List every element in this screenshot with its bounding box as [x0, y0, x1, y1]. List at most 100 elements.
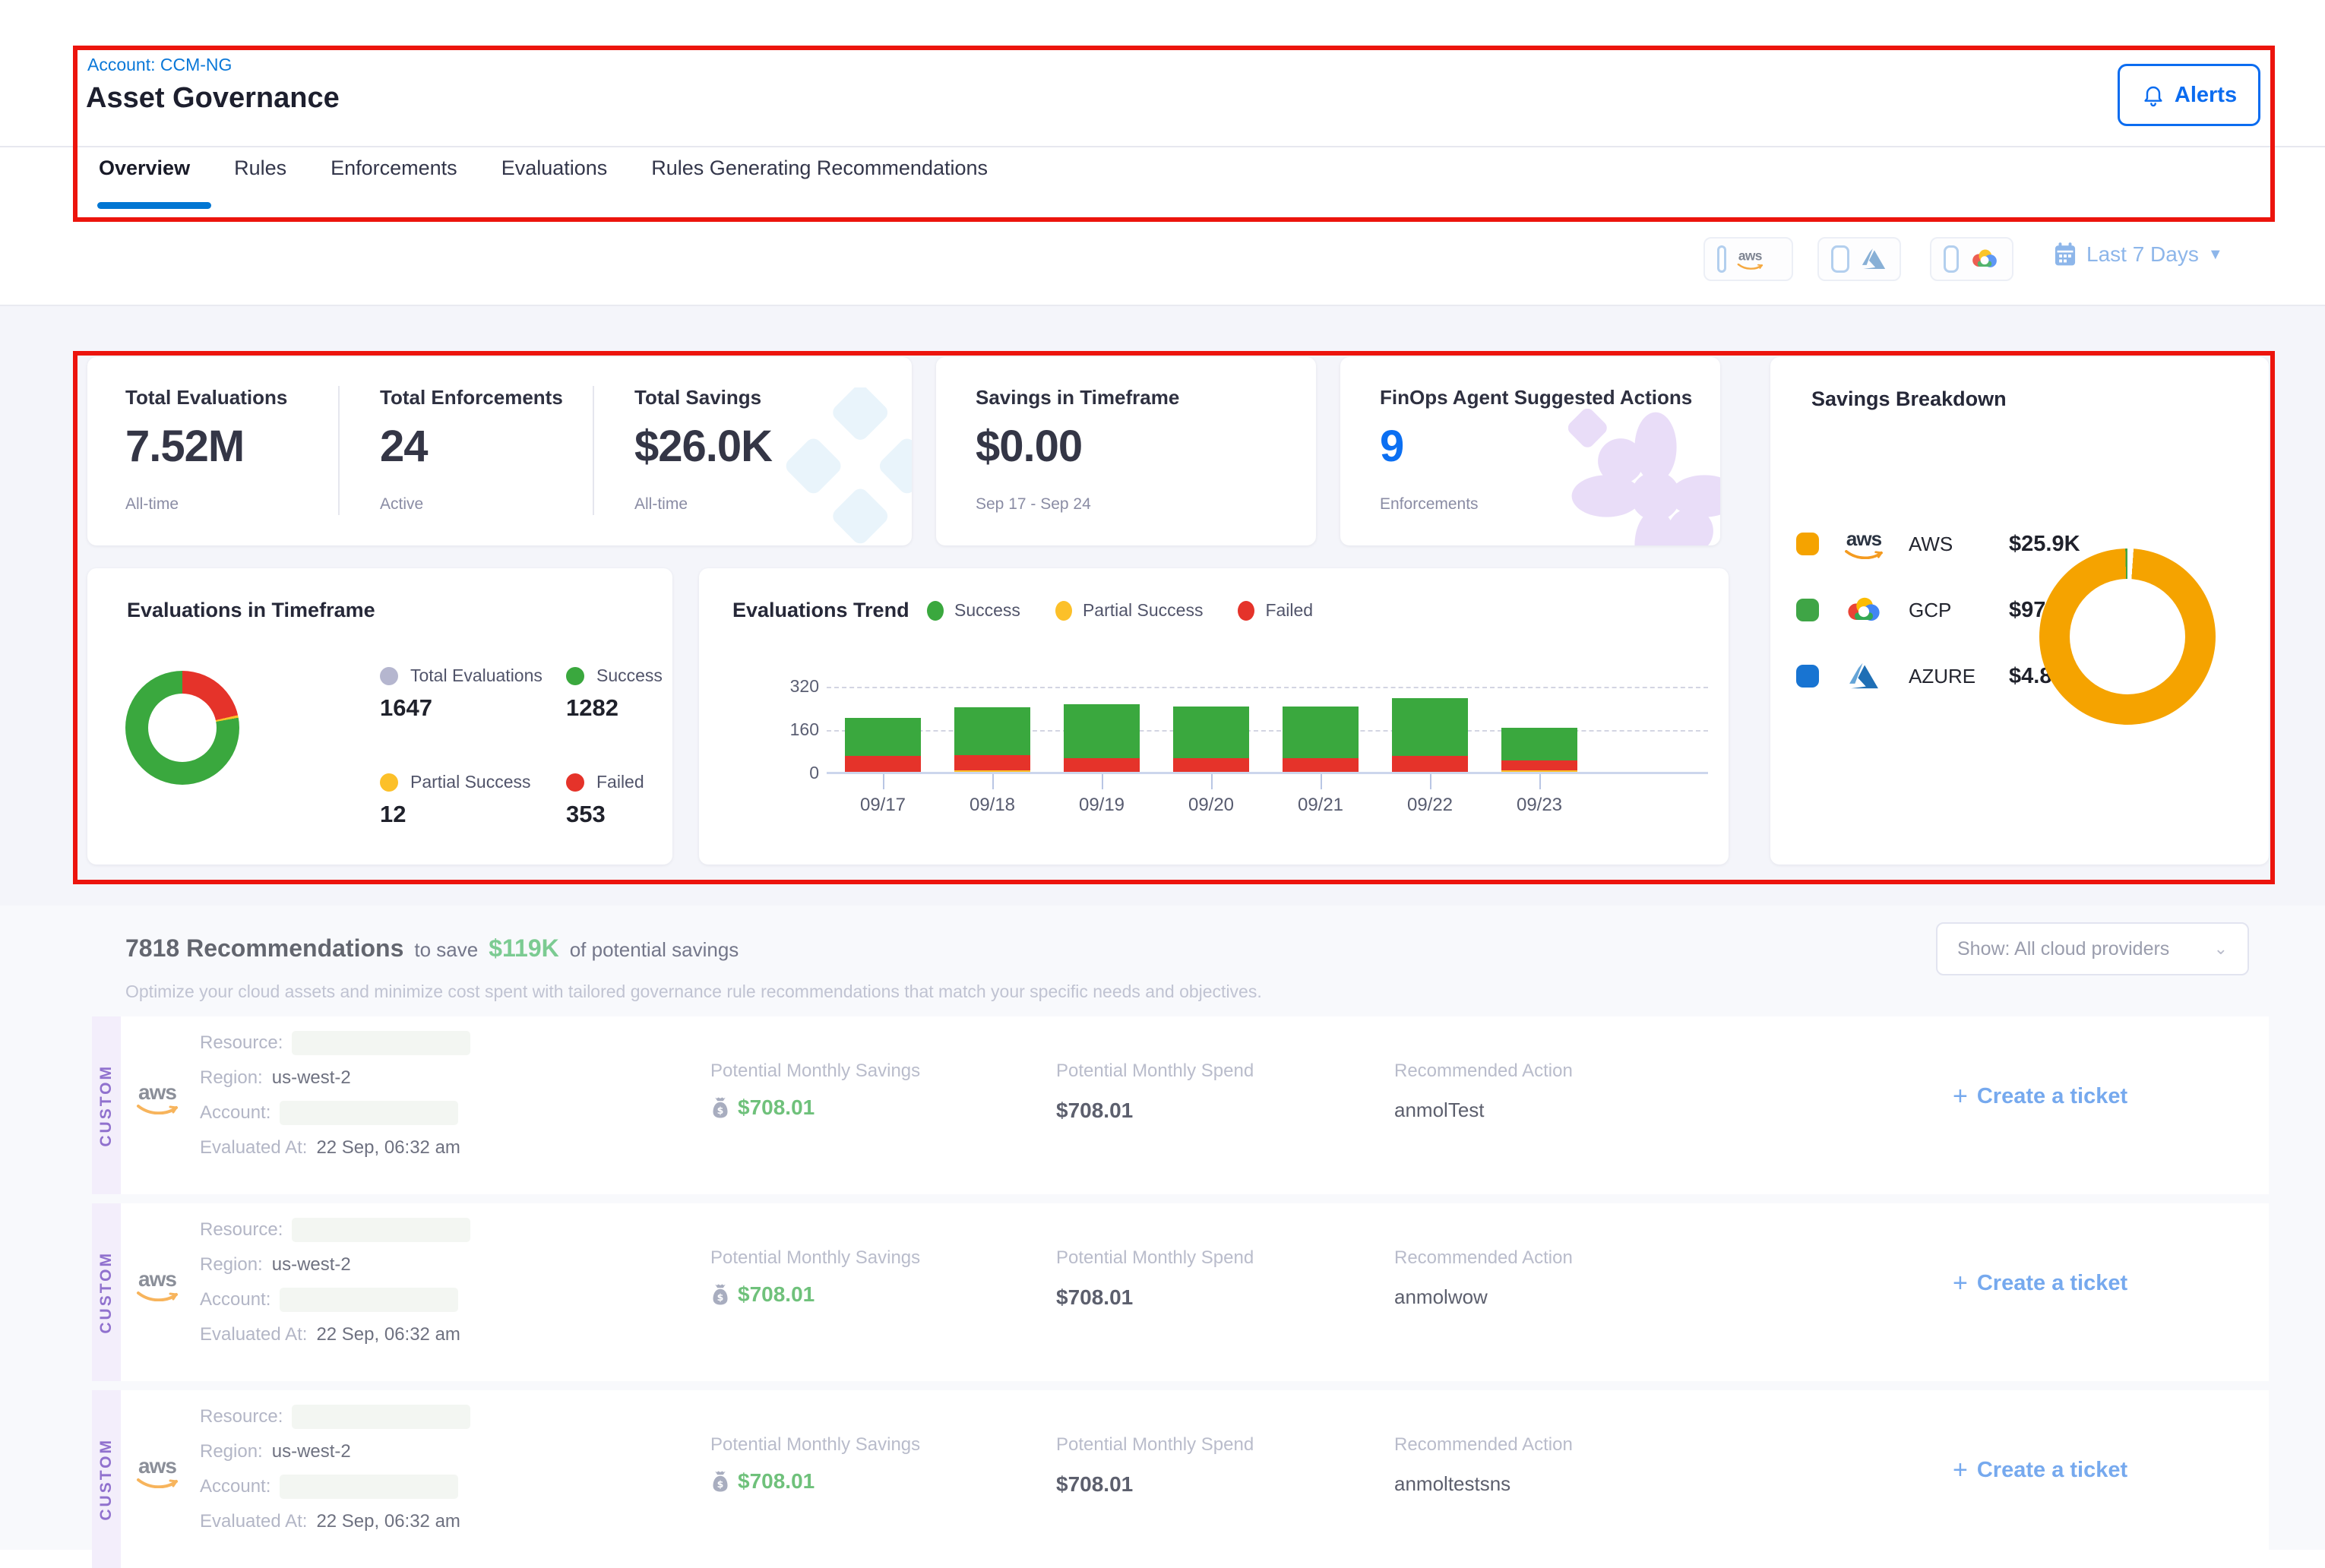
gcp-checkbox[interactable] [1944, 245, 1959, 273]
page-title: Asset Governance [86, 82, 340, 115]
stat-label: Total Savings [634, 386, 761, 409]
legend-label: Partial Success [1083, 600, 1204, 621]
tab-evaluations[interactable]: Evaluations [501, 156, 608, 186]
recommendation-row: CUSTOM aws Resource: Region: us-west-2 A… [92, 1390, 2269, 1568]
legend-value: 1647 [380, 694, 432, 722]
action-value: anmolwow [1394, 1285, 1488, 1309]
card-title: Evaluations in Timeframe [127, 599, 375, 622]
savings-value: $ $708.01 [710, 1095, 815, 1120]
action-label: Recommended Action [1394, 1434, 1573, 1456]
resource-label: Resource: [200, 1032, 283, 1054]
gcp-swatch [1796, 599, 1819, 621]
x-axis-tick [883, 774, 884, 789]
stat-sub: Active [380, 495, 423, 514]
legend-label: Partial Success [410, 772, 531, 792]
stat-label: Total Enforcements [380, 386, 563, 409]
create-ticket-button[interactable]: + Create a ticket [1953, 1082, 2127, 1111]
trend-bar-09/18 [954, 707, 1030, 773]
chevron-down-icon: ⌄ [2214, 939, 2228, 959]
resource-line: Resource: [200, 1030, 470, 1056]
legend-label: Success [596, 665, 663, 686]
recommendations-count: 7818 Recommendations [125, 934, 403, 963]
stat-value: 24 [380, 421, 428, 472]
gcp-filter-chip[interactable] [1930, 237, 2013, 281]
finops-agent-card: FinOps Agent Suggested Actions 9 Enforce… [1340, 357, 1720, 545]
tab-rules-generating-recommendations[interactable]: Rules Generating Recommendations [651, 156, 988, 186]
savings-value: $ $708.01 [710, 1469, 815, 1494]
savings-in-timeframe-card: Savings in Timeframe $0.00 Sep 17 - Sep … [936, 357, 1316, 545]
trend-bar-09/20 [1173, 707, 1249, 772]
aws-icon: aws [136, 1456, 179, 1488]
x-axis-tick-label: 09/20 [1166, 795, 1257, 816]
svg-text:$: $ [717, 1478, 724, 1490]
failed-dot [1238, 601, 1254, 621]
date-range-picker[interactable]: Last 7 Days ▼ [2053, 242, 2223, 267]
create-ticket-button[interactable]: + Create a ticket [1953, 1456, 2127, 1485]
account-label: Account: [200, 1476, 270, 1497]
x-axis-tick-label: 09/17 [837, 795, 928, 816]
x-axis-tick-label: 09/21 [1275, 795, 1366, 816]
legend-partial-success[interactable]: Partial Success [1055, 600, 1204, 621]
account-line: Account: [200, 1100, 458, 1126]
region-line: Region: us-west-2 [200, 1439, 351, 1465]
x-axis-tick-label: 09/18 [947, 795, 1038, 816]
legend-success[interactable]: Success [927, 600, 1020, 621]
legend-value: 12 [380, 801, 406, 828]
y-axis-tick-label: 320 [766, 676, 819, 697]
tab-overview[interactable]: Overview [99, 156, 190, 186]
azure-checkbox[interactable] [1831, 245, 1849, 273]
evaluated-value: 22 Sep, 06:32 am [316, 1137, 460, 1159]
spend-value: $708.01 [1056, 1099, 1133, 1123]
azure-swatch [1796, 665, 1819, 688]
trend-bar-09/22 [1392, 698, 1468, 772]
savings-breakdown-card: Savings Breakdown aws AWS $25.9K GCP $97… [1770, 357, 2269, 865]
azure-filter-chip[interactable] [1817, 237, 1901, 281]
plus-icon: + [1953, 1456, 1968, 1485]
legend-failed[interactable]: Failed [1238, 600, 1313, 621]
aws-checkbox[interactable] [1717, 245, 1726, 273]
tab-enforcements[interactable]: Enforcements [331, 156, 457, 186]
failed-dot [566, 773, 584, 792]
aws-filter-chip[interactable]: aws [1703, 237, 1793, 281]
provider-savings: $25.9K [2009, 532, 2080, 557]
legend-label: Total Evaluations [410, 665, 542, 686]
create-ticket-button[interactable]: + Create a ticket [1953, 1269, 2127, 1298]
brand-watermark [775, 387, 912, 545]
custom-badge: CUSTOM [92, 1203, 121, 1381]
filter-divider [0, 305, 2325, 306]
aws-icon: aws [136, 1082, 179, 1114]
evaluated-line: Evaluated At: 22 Sep, 06:32 am [200, 1322, 460, 1348]
account-label: Account: [200, 1289, 270, 1310]
legend-label: Failed [1265, 600, 1313, 621]
active-tab-indicator [97, 202, 211, 209]
redacted-resource-value [292, 1218, 470, 1242]
stat-label: FinOps Agent Suggested Actions [1380, 386, 1692, 409]
azure-icon [1860, 247, 1887, 271]
tab-rules[interactable]: Rules [234, 156, 286, 186]
header-divider [0, 146, 2325, 147]
resource-line: Resource: [200, 1217, 470, 1243]
savings-label: Potential Monthly Savings [710, 1434, 920, 1456]
recommendation-row: CUSTOM aws Resource: Region: us-west-2 A… [92, 1203, 2269, 1381]
recommendations-amount: $119K [489, 934, 559, 963]
region-value: us-west-2 [272, 1067, 351, 1089]
resource-line: Resource: [200, 1404, 470, 1430]
recommendations-suffix: of potential savings [570, 938, 739, 962]
money-bag-icon: $ [710, 1470, 730, 1493]
account-line: Account: [200, 1287, 458, 1313]
redacted-account-value [280, 1475, 458, 1499]
legend-item-failed: Failed [566, 772, 644, 792]
alerts-button[interactable]: Alerts [2118, 64, 2260, 126]
recommendations-header: 7818 Recommendations to save $119K of po… [125, 934, 739, 963]
card-title: Savings Breakdown [1811, 387, 2007, 411]
region-value: us-west-2 [272, 1254, 351, 1276]
aws-icon: aws [1836, 529, 1892, 559]
spend-value: $708.01 [1056, 1285, 1133, 1310]
account-breadcrumb[interactable]: Account: CCM-NG [87, 55, 232, 75]
calendar-icon [2053, 242, 2077, 267]
cloud-provider-filter-dropdown[interactable]: Show: All cloud providers ⌄ [1936, 922, 2249, 975]
trend-legend: Success Partial Success Failed [927, 600, 1313, 621]
stat-label: Savings in Timeframe [976, 386, 1179, 409]
region-value: us-west-2 [272, 1441, 351, 1462]
custom-badge: CUSTOM [92, 1016, 121, 1194]
